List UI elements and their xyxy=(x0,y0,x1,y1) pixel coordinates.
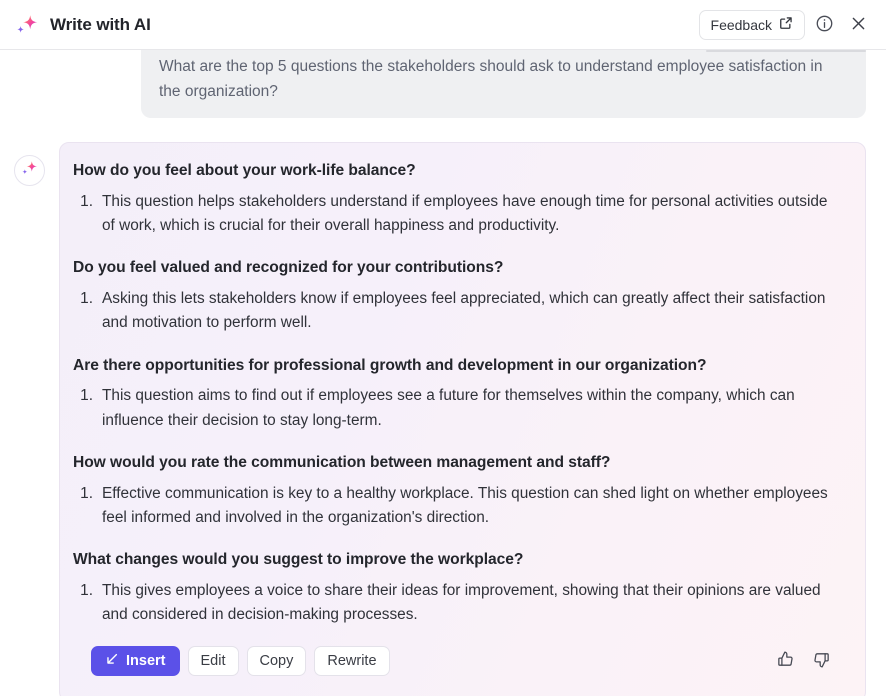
arrow-down-left-icon xyxy=(105,652,119,670)
assistant-message-row: How do you feel about your work-life bal… xyxy=(0,142,886,696)
header-actions: Feedback xyxy=(698,9,873,40)
list-item: 1. This question helps stakeholders unde… xyxy=(73,190,843,239)
user-message-row: What are the top 5 questions the stakeho… xyxy=(0,50,886,119)
conversation-scroll-area[interactable]: What are the top 5 questions the stakeho… xyxy=(0,50,886,696)
list-item-text: This gives employees a voice to share th… xyxy=(102,581,821,624)
panel-header: Write with AI Feedback xyxy=(0,0,886,50)
thumbs-up-icon xyxy=(776,650,795,672)
list-item-text: Effective communication is key to a heal… xyxy=(102,484,828,526)
assistant-avatar-column xyxy=(0,142,59,696)
list-marker: 1. xyxy=(80,192,93,210)
avatar xyxy=(14,155,45,187)
user-prompt-bubble: What are the top 5 questions the stakeho… xyxy=(141,50,866,119)
page-title: Write with AI xyxy=(50,14,151,34)
write-with-ai-panel: Write with AI Feedback What are the top … xyxy=(0,0,886,696)
insert-button[interactable]: Insert xyxy=(91,645,180,676)
qa-section: How would you rate the communication bet… xyxy=(73,452,843,530)
qa-section: What changes would you suggest to improv… xyxy=(73,549,843,627)
feedback-button[interactable]: Feedback xyxy=(698,9,805,40)
list-item-text: Asking this lets stakeholders know if em… xyxy=(102,290,826,332)
close-x-icon xyxy=(849,14,868,36)
insert-label: Insert xyxy=(126,652,166,669)
feedback-rating-group xyxy=(772,648,834,674)
response-action-bar: Insert Edit Copy Rewrite xyxy=(73,645,843,676)
qa-heading: How would you rate the communication bet… xyxy=(73,454,611,472)
list-item-text: This question helps stakeholders underst… xyxy=(102,192,828,235)
list-item: 1. Effective communication is key to a h… xyxy=(73,482,843,531)
list-marker: 1. xyxy=(80,581,93,599)
thumbs-down-button[interactable] xyxy=(808,648,834,674)
list-item: 1. This question aims to find out if emp… xyxy=(73,384,843,433)
list-item-text: This question aims to find out if employ… xyxy=(102,387,795,429)
close-button[interactable] xyxy=(843,10,873,40)
rewrite-button[interactable]: Rewrite xyxy=(314,645,390,676)
thumbs-down-icon xyxy=(812,650,831,672)
thumbs-up-button[interactable] xyxy=(772,648,798,674)
external-link-icon xyxy=(779,16,793,33)
edit-button[interactable]: Edit xyxy=(187,645,239,676)
info-circle-icon xyxy=(815,14,834,36)
list-marker: 1. xyxy=(80,484,93,502)
qa-section: Are there opportunities for professional… xyxy=(73,355,843,433)
list-marker: 1. xyxy=(80,290,93,308)
scroll-divider xyxy=(706,50,866,52)
feedback-label: Feedback xyxy=(710,16,772,33)
brand: Write with AI xyxy=(14,12,151,38)
qa-section: How do you feel about your work-life bal… xyxy=(73,160,843,238)
list-item: 1. This gives employees a voice to share… xyxy=(73,579,843,628)
assistant-response-card: How do you feel about your work-life bal… xyxy=(59,142,866,696)
list-marker: 1. xyxy=(80,387,93,405)
sparkle-icon xyxy=(20,159,39,183)
qa-heading: What changes would you suggest to improv… xyxy=(73,551,524,569)
list-item: 1. Asking this lets stakeholders know if… xyxy=(73,287,843,336)
info-button[interactable] xyxy=(809,10,839,40)
copy-button[interactable]: Copy xyxy=(246,645,307,676)
qa-heading: Are there opportunities for professional… xyxy=(73,356,707,374)
sparkle-icon xyxy=(14,12,40,38)
qa-heading: How do you feel about your work-life bal… xyxy=(73,162,416,180)
qa-heading: Do you feel valued and recognized for yo… xyxy=(73,259,504,277)
qa-section: Do you feel valued and recognized for yo… xyxy=(73,257,843,335)
